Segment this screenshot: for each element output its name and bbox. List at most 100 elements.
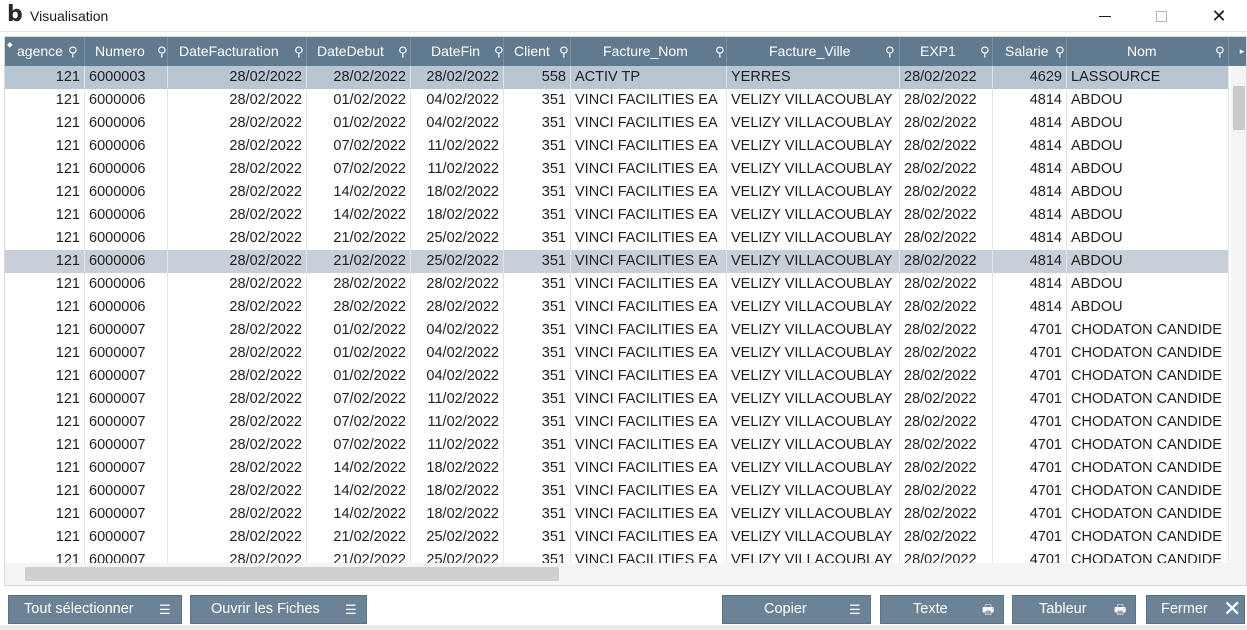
table-row[interactable]: 121 6000006 28/02/2022 28/02/2022 28/02/2022… — [5, 273, 1229, 296]
cell-client: 351 — [504, 204, 571, 227]
table-row[interactable]: 121 6000007 28/02/2022 01/02/2022 04/02/2022… — [5, 319, 1229, 342]
horizontal-scrollbar-thumb[interactable] — [25, 567, 559, 581]
column-header-date-fin[interactable]: DateFin ⚲ — [411, 37, 504, 66]
window-close-button[interactable]: ✕ — [1196, 0, 1242, 32]
cell-numero: 6000007 — [85, 342, 168, 365]
cell-facture-nom: VINCI FACILITIES EA — [571, 549, 727, 563]
scroll-right-icon[interactable]: ▸ — [1236, 37, 1246, 66]
table-row[interactable]: 121 6000007 28/02/2022 21/02/2022 25/02/2022… — [5, 526, 1229, 549]
table-row[interactable]: 121 6000007 28/02/2022 07/02/2022 11/02/2022… — [5, 434, 1229, 457]
table-row[interactable]: 121 6000003 28/02/2022 28/02/2022 28/02/2022… — [5, 66, 1229, 89]
search-icon[interactable]: ⚲ — [715, 37, 725, 66]
search-icon[interactable]: ⚲ — [980, 37, 990, 66]
cell-nom: CHODATON CANDIDE — [1067, 549, 1229, 563]
horizontal-scrollbar[interactable] — [5, 563, 1246, 585]
table-row[interactable]: 121 6000006 28/02/2022 07/02/2022 11/02/2022… — [5, 135, 1229, 158]
cell-date-fin: 11/02/2022 — [411, 434, 504, 457]
cell-agence: 121 — [5, 388, 85, 411]
minimize-button[interactable] — [1082, 0, 1128, 32]
table-row[interactable]: 121 6000007 28/02/2022 01/02/2022 04/02/2022… — [5, 342, 1229, 365]
table-row[interactable]: 121 6000006 28/02/2022 14/02/2022 18/02/2022… — [5, 204, 1229, 227]
table-row[interactable]: 121 6000006 28/02/2022 07/02/2022 11/02/2022… — [5, 158, 1229, 181]
table-row[interactable]: 121 6000007 28/02/2022 14/02/2022 18/02/2022… — [5, 457, 1229, 480]
cell-facture-ville: VELIZY VILLACOUBLAY — [727, 434, 900, 457]
search-icon[interactable]: ⚲ — [559, 37, 569, 66]
table-row[interactable]: 121 6000006 28/02/2022 14/02/2022 18/02/2022… — [5, 181, 1229, 204]
cell-agence: 121 — [5, 549, 85, 563]
cell-facture-nom: VINCI FACILITIES EA — [571, 250, 727, 273]
cell-agence: 121 — [5, 411, 85, 434]
column-header-agence[interactable]: agence ⚲ — [5, 37, 85, 66]
maximize-button[interactable] — [1138, 0, 1184, 32]
cell-date-debut: 14/02/2022 — [307, 204, 411, 227]
search-icon[interactable]: ⚲ — [494, 37, 503, 66]
cell-client: 351 — [504, 250, 571, 273]
cell-salarie: 4701 — [993, 388, 1067, 411]
vertical-scrollbar[interactable] — [1231, 66, 1246, 563]
search-icon[interactable]: ⚲ — [1055, 37, 1065, 66]
column-header-numero[interactable]: Numero ⚲ — [85, 37, 168, 66]
title-bar: b Visualisation ✕ — [0, 0, 1247, 32]
cell-nom: LASSOURCE — [1067, 66, 1229, 89]
data-grid: ⬥ ▸ agence ⚲ Numero ⚲ DateFacturation ⚲ DateDe… — [4, 36, 1247, 586]
column-header-facture-ville[interactable]: Facture_Ville ⚲ — [727, 37, 900, 66]
table-row[interactable]: 121 6000007 28/02/2022 21/02/2022 25/02/2022… — [5, 549, 1229, 563]
select-all-button[interactable]: Tout sélectionner ☰ — [8, 595, 182, 624]
maximize-icon — [1155, 10, 1167, 22]
cell-facture-ville: VELIZY VILLACOUBLAY — [727, 250, 900, 273]
cell-client: 351 — [504, 388, 571, 411]
cell-facture-ville: VELIZY VILLACOUBLAY — [727, 342, 900, 365]
vertical-scrollbar-thumb[interactable] — [1233, 86, 1245, 130]
cell-date-facturation: 28/02/2022 — [168, 227, 307, 250]
column-header-facture-nom[interactable]: Facture_Nom ⚲ — [571, 37, 727, 66]
table-row[interactable]: 121 6000007 28/02/2022 07/02/2022 11/02/2022… — [5, 411, 1229, 434]
table-row[interactable]: 121 6000007 28/02/2022 01/02/2022 04/02/2022… — [5, 365, 1229, 388]
table-row[interactable]: 121 6000006 28/02/2022 01/02/2022 04/02/2022… — [5, 89, 1229, 112]
table-row[interactable]: 121 6000006 28/02/2022 21/02/2022 25/02/2022… — [5, 227, 1229, 250]
text-export-button[interactable]: Texte 🖶 — [880, 595, 1004, 624]
column-header-nom[interactable]: Nom ⚲ — [1067, 37, 1229, 66]
cell-nom: CHODATON CANDIDE — [1067, 388, 1229, 411]
cell-agence: 121 — [5, 296, 85, 319]
cell-exp1: 28/02/2022 — [900, 411, 993, 434]
cell-salarie: 4701 — [993, 457, 1067, 480]
cell-agence: 121 — [5, 250, 85, 273]
cell-facture-ville: VELIZY VILLACOUBLAY — [727, 457, 900, 480]
search-icon[interactable]: ⚲ — [157, 37, 167, 66]
table-row[interactable]: 121 6000006 28/02/2022 28/02/2022 28/02/2022… — [5, 296, 1229, 319]
cell-exp1: 28/02/2022 — [900, 526, 993, 549]
cell-date-fin: 11/02/2022 — [411, 388, 504, 411]
search-icon[interactable]: ⚲ — [885, 37, 895, 66]
search-icon[interactable]: ⚲ — [68, 37, 78, 66]
table-row[interactable]: 121 6000006 28/02/2022 21/02/2022 25/02/2022… — [5, 250, 1229, 273]
column-header-exp1[interactable]: EXP1 ⚲ — [900, 37, 993, 66]
cell-facture-nom: VINCI FACILITIES EA — [571, 273, 727, 296]
table-row[interactable]: 121 6000006 28/02/2022 01/02/2022 04/02/2022… — [5, 112, 1229, 135]
cell-date-debut: 28/02/2022 — [307, 66, 411, 89]
cell-agence: 121 — [5, 503, 85, 526]
cell-numero: 6000006 — [85, 181, 168, 204]
cell-numero: 6000007 — [85, 365, 168, 388]
cell-salarie: 4701 — [993, 480, 1067, 503]
copy-button[interactable]: Copier ☰ — [722, 595, 871, 624]
column-header-client[interactable]: Client ⚲ — [504, 37, 571, 66]
button-label: Tableur — [1039, 601, 1087, 617]
cell-date-debut: 21/02/2022 — [307, 526, 411, 549]
cell-date-fin: 11/02/2022 — [411, 411, 504, 434]
search-icon[interactable]: ⚲ — [1215, 37, 1225, 66]
search-icon[interactable]: ⚲ — [398, 37, 408, 66]
table-row[interactable]: 121 6000007 28/02/2022 14/02/2022 18/02/2022… — [5, 503, 1229, 526]
table-row[interactable]: 121 6000007 28/02/2022 07/02/2022 11/02/2022… — [5, 388, 1229, 411]
table-row[interactable]: 121 6000007 28/02/2022 14/02/2022 18/02/2022… — [5, 480, 1229, 503]
spreadsheet-export-button[interactable]: Tableur 🖶 — [1012, 595, 1136, 624]
close-button[interactable]: Fermer ✕ — [1146, 595, 1245, 624]
column-header-date-facturation[interactable]: DateFacturation ⚲ — [168, 37, 307, 66]
cell-exp1: 28/02/2022 — [900, 112, 993, 135]
column-header-date-debut[interactable]: DateDebut ⚲ — [307, 37, 411, 66]
cell-agence: 121 — [5, 342, 85, 365]
cell-facture-nom: VINCI FACILITIES EA — [571, 204, 727, 227]
column-header-salarie[interactable]: Salarie ⚲ — [993, 37, 1067, 66]
open-records-button[interactable]: Ouvrir les Fiches ☰ — [190, 595, 367, 624]
search-icon[interactable]: ⚲ — [294, 37, 304, 66]
cell-nom: ABDOU — [1067, 273, 1229, 296]
